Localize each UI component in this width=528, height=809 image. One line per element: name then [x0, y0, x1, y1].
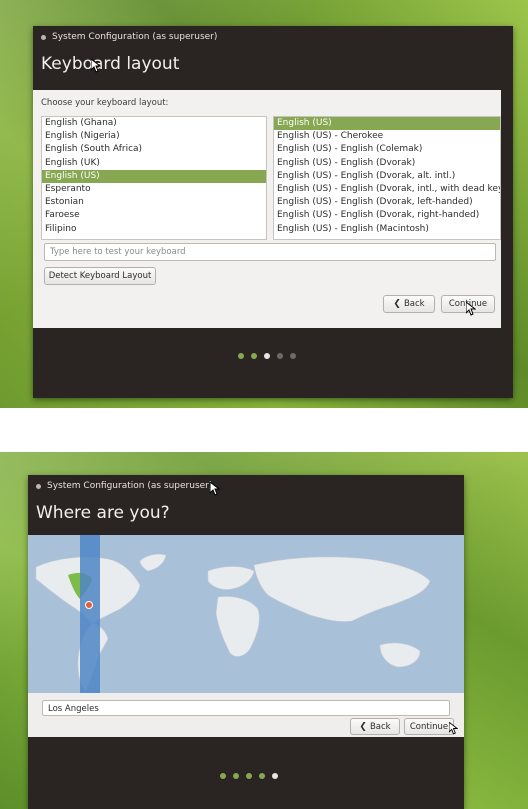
installer-window-keyboard: System Configuration (as superuser) Keyb…	[33, 26, 513, 398]
variant-list-item[interactable]: English (US) - English (Dvorak, right-ha…	[274, 209, 500, 222]
progress-dot	[272, 773, 278, 779]
installer-window-location: System Configuration (as superuser) Wher…	[28, 475, 464, 809]
titlebar: System Configuration (as superuser)	[28, 475, 464, 497]
variant-list-item[interactable]: English (US)	[274, 117, 500, 131]
content-panel: Choose your keyboard layout: English (Gh…	[33, 90, 501, 328]
progress-dot	[220, 773, 226, 779]
variant-list-item[interactable]: English (US) - English (Dvorak, left-han…	[274, 196, 500, 209]
variant-list-item[interactable]: English (US) - English (Macintosh)	[274, 223, 500, 236]
variant-list-item[interactable]: English (US) - English (Colemak)	[274, 143, 500, 156]
progress-dot	[277, 353, 283, 359]
layout-list-item[interactable]: Esperanto	[42, 183, 266, 196]
progress-dot	[259, 773, 265, 779]
back-button[interactable]: ❮ Back	[383, 295, 435, 313]
chevron-left-icon: ❮	[393, 299, 401, 309]
progress-dot	[290, 353, 296, 359]
continue-button[interactable]: Continue	[404, 718, 454, 735]
progress-dot	[233, 773, 239, 779]
window-title: System Configuration (as superuser)	[47, 481, 213, 491]
keyboard-test-input[interactable]: Type here to test your keyboard	[44, 243, 496, 261]
layout-list-item[interactable]: Estonian	[42, 196, 266, 209]
progress-dot	[264, 353, 270, 359]
layout-list-item[interactable]: English (UK)	[42, 157, 266, 170]
back-button[interactable]: ❮ Back	[350, 718, 400, 735]
layout-list-item[interactable]: English (Nigeria)	[42, 130, 266, 143]
progress-dot	[246, 773, 252, 779]
location-input[interactable]: Los Angeles	[42, 700, 450, 716]
variant-list-item[interactable]: English (US) - English (Dvorak)	[274, 157, 500, 170]
layout-caption: Choose your keyboard layout:	[41, 98, 169, 108]
page-title: Keyboard layout	[41, 54, 180, 74]
timezone-band	[80, 535, 100, 693]
page-title: Where are you?	[36, 503, 170, 523]
variant-list-item[interactable]: English (US) - English (Dvorak, intl., w…	[274, 183, 500, 196]
variant-list[interactable]: English (US) English (US) - Cherokee Engli…	[273, 116, 501, 240]
continue-label: Continue	[409, 721, 449, 732]
back-label: Back	[369, 721, 391, 732]
back-label: Back	[403, 299, 425, 309]
progress-dot	[238, 353, 244, 359]
window-title: System Configuration (as superuser)	[52, 32, 218, 42]
layout-list-item[interactable]: English (US)	[42, 169, 266, 183]
titlebar: System Configuration (as superuser)	[33, 26, 513, 48]
layout-list[interactable]: English (Ghana) English (Nigeria) English …	[41, 116, 267, 240]
layout-list-item[interactable]: Faroese	[42, 209, 266, 222]
variant-list-item[interactable]: English (US) - English (Dvorak, alt. int…	[274, 170, 500, 183]
progress-dots	[220, 773, 278, 779]
chevron-left-icon: ❮	[359, 721, 367, 732]
detect-keyboard-button[interactable]: Detect Keyboard Layout	[44, 267, 156, 285]
world-map[interactable]	[28, 535, 464, 693]
layout-list-item[interactable]: English (South Africa)	[42, 143, 266, 156]
photo-where-are-you: System Configuration (as superuser) Wher…	[0, 452, 528, 809]
window-dot-icon	[41, 34, 46, 40]
variant-list-item[interactable]: English (US) - Cherokee	[274, 130, 500, 143]
window-dot-icon	[36, 483, 41, 489]
layout-list-item[interactable]: English (Ghana)	[42, 117, 266, 130]
location-pin-icon	[85, 601, 93, 609]
layout-list-item[interactable]: Filipino	[42, 223, 266, 236]
progress-dot	[251, 353, 257, 359]
detect-label: Detect Keyboard Layout	[48, 271, 152, 281]
photo-keyboard-layout: System Configuration (as superuser) Keyb…	[0, 0, 528, 408]
progress-dots	[238, 353, 296, 359]
